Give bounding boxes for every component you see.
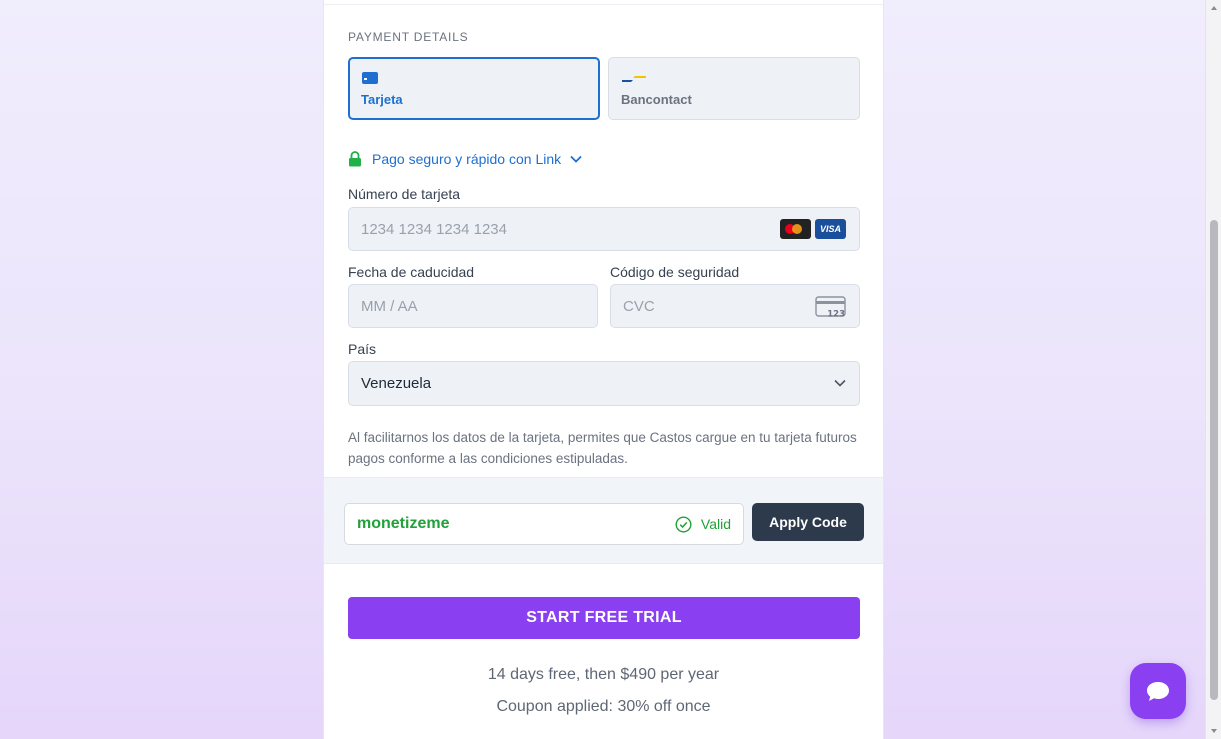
cvc-placeholder: CVC (623, 297, 655, 315)
payment-details-heading: PAYMENT DETAILS (348, 30, 469, 44)
chat-launcher-button[interactable] (1130, 663, 1186, 719)
lock-icon (349, 151, 361, 167)
page-scrollbar[interactable] (1205, 0, 1221, 739)
cvc-field[interactable]: CVC 123 (610, 284, 860, 328)
check-circle-icon (675, 515, 692, 533)
tab-card-label: Tarjeta (361, 92, 403, 107)
scroll-down-icon[interactable] (1210, 727, 1218, 735)
expiry-placeholder: MM / AA (361, 297, 418, 315)
bancontact-icon (622, 76, 646, 82)
credit-card-icon (362, 72, 378, 84)
card-number-field[interactable]: 1234 1234 1234 1234 VISA (348, 207, 860, 251)
scrollbar-thumb[interactable] (1210, 220, 1218, 700)
visa-icon: VISA (815, 219, 846, 239)
card-number-label: Número de tarjeta (348, 186, 461, 202)
tab-bancontact[interactable]: Bancontact (608, 57, 860, 120)
tab-bancontact-label: Bancontact (621, 92, 692, 107)
link-pay-text: Pago seguro y rápido con Link (372, 151, 562, 167)
chevron-down-icon (834, 379, 846, 387)
card-number-placeholder: 1234 1234 1234 1234 (361, 220, 507, 238)
start-free-trial-button[interactable]: START FREE TRIAL (348, 597, 860, 639)
apply-code-button[interactable]: Apply Code (752, 503, 864, 541)
chevron-down-icon (570, 155, 582, 163)
coupon-status: Valid (700, 516, 731, 532)
country-select[interactable]: Venezuela (348, 361, 860, 406)
coupon-input[interactable]: monetizeme Valid (344, 503, 744, 545)
card-divider (324, 4, 883, 5)
cvc-label: Código de seguridad (610, 264, 740, 280)
chat-icon (1147, 682, 1169, 701)
checkout-card: PAYMENT DETAILS Tarjeta Bancontact Pago … (323, 0, 884, 739)
country-value: Venezuela (361, 375, 432, 392)
expiry-field[interactable]: MM / AA (348, 284, 598, 328)
expiry-label: Fecha de caducidad (348, 264, 475, 280)
coupon-code-value: monetizeme (357, 515, 450, 532)
coupon-applied-note: Coupon applied: 30% off once (496, 698, 711, 715)
tab-card[interactable]: Tarjeta (348, 57, 600, 120)
mastercard-icon (780, 219, 811, 239)
link-pay-toggle[interactable]: Pago seguro y rápido con Link (348, 150, 583, 168)
cvc-card-icon: 123 (815, 296, 846, 319)
country-label: País (348, 341, 377, 357)
pricing-summary: 14 days free, then $490 per year (487, 666, 720, 683)
coupon-section: monetizeme Valid Apply Code (324, 477, 883, 564)
cvc-icon-text: 123 (827, 310, 845, 319)
scroll-up-icon[interactable] (1210, 4, 1218, 12)
card-disclaimer: Al facilitarnos los datos de la tarjeta,… (348, 430, 857, 466)
